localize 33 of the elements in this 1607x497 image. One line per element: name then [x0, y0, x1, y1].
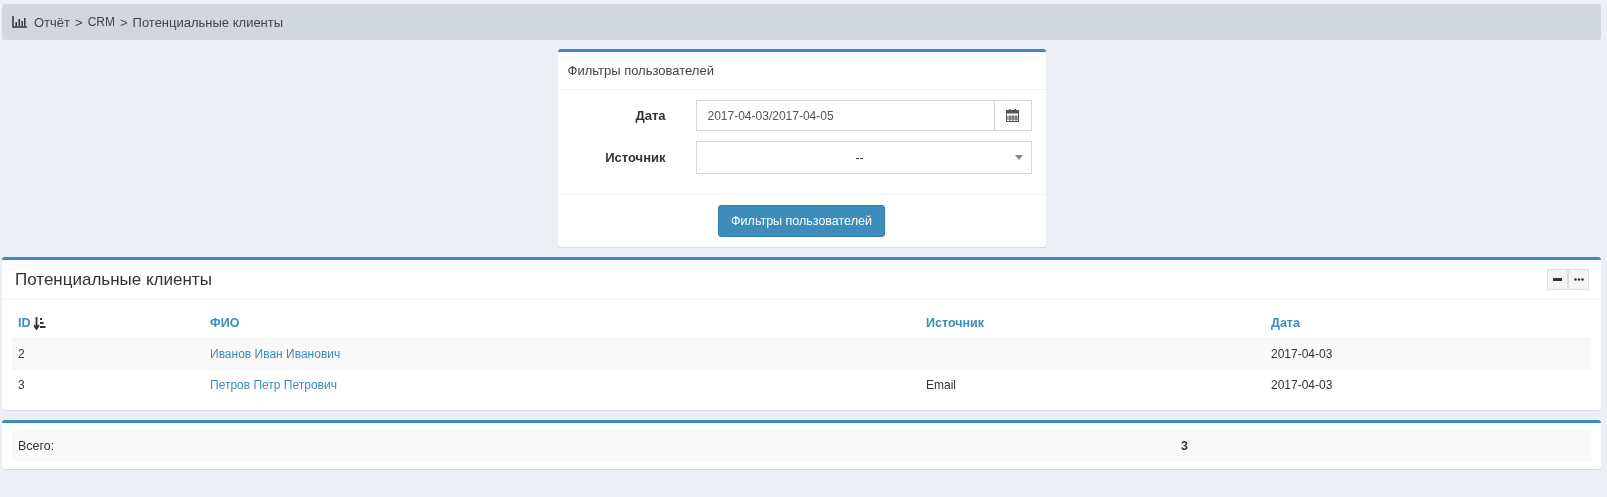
table-cell: 3 — [18, 378, 25, 392]
breadcrumb-item[interactable]: Отчёт — [34, 14, 71, 30]
bar-chart-icon — [12, 16, 27, 28]
column-header[interactable]: ФИО — [210, 316, 240, 330]
column-header[interactable]: Дата — [1271, 316, 1300, 330]
field-label: Дата — [634, 108, 667, 123]
breadcrumb-separator: > — [75, 14, 83, 30]
sort-icon — [33, 316, 46, 330]
breadcrumb-item: Потенциальные клиенты — [132, 14, 284, 30]
field-label: Источник — [604, 150, 667, 165]
table-cell: 2017-04-03 — [1271, 378, 1333, 392]
table-cell: 2017-04-03 — [1271, 347, 1333, 361]
panel-title: Потенциальные клиенты — [15, 269, 212, 290]
total-value: 3 — [1181, 439, 1188, 453]
table-cell: 2 — [18, 347, 25, 361]
collapse-button[interactable] — [1547, 269, 1568, 290]
minus-icon — [1553, 278, 1562, 281]
source-dropdown[interactable]: -- — [695, 141, 1032, 174]
caret-icon — [1014, 155, 1023, 160]
panel-title: Фильтры пользователей — [567, 63, 714, 78]
breadcrumb-item[interactable]: CRM — [87, 15, 115, 29]
total-label: Всего: — [18, 439, 56, 453]
date-field[interactable]: 2017-04-03/2017-04-05 — [695, 100, 1032, 131]
column-header[interactable]: ID — [18, 316, 46, 330]
breadcrumb-separator: > — [119, 14, 128, 30]
calendar-icon — [1006, 109, 1019, 122]
more-button[interactable] — [1568, 269, 1589, 290]
column-header[interactable]: Источник — [926, 316, 984, 330]
filter-button[interactable]: Фильтры пользователей — [718, 205, 885, 237]
name-link[interactable]: Петров Петр Петрович — [210, 378, 337, 392]
name-link[interactable]: Иванов Иван Иванович — [210, 347, 341, 361]
table-cell: Email — [926, 378, 956, 392]
more-icon — [1573, 278, 1584, 281]
